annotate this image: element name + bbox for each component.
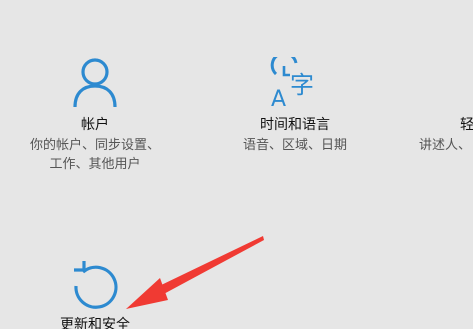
tile-title: 轻: [460, 117, 473, 133]
tile-description: 工作、其他用户: [49, 157, 141, 172]
tile-description: 语音、区域、日期: [242, 138, 347, 153]
svg-text:字: 字: [290, 71, 314, 99]
settings-page: 帐户 你的帐户、同步设置、 工作、其他用户 A 字 时间和语言 语音、区域、日期…: [0, 0, 473, 329]
tile-title: 时间和语言: [260, 117, 330, 133]
tile-update-security[interactable]: 更新和安全: [0, 240, 190, 329]
tile-accounts[interactable]: 帐户 你的帐户、同步设置、 工作、其他用户: [0, 0, 190, 200]
tile-description: 讲述人、: [419, 138, 472, 153]
time-language-icon: A 字: [270, 57, 314, 109]
refresh-icon: [74, 261, 118, 309]
svg-text:A: A: [271, 87, 286, 109]
tile-ease-of-access[interactable]: 轻 讲述人、: [400, 0, 473, 200]
tile-time-language[interactable]: A 字 时间和语言 语音、区域、日期: [200, 0, 390, 200]
tile-title: 更新和安全: [60, 317, 130, 329]
tile-title: 帐户: [81, 117, 109, 133]
ease-of-access-icon: [466, 64, 473, 110]
person-icon: [73, 58, 117, 108]
tile-description: 你的帐户、同步设置、: [29, 138, 160, 153]
